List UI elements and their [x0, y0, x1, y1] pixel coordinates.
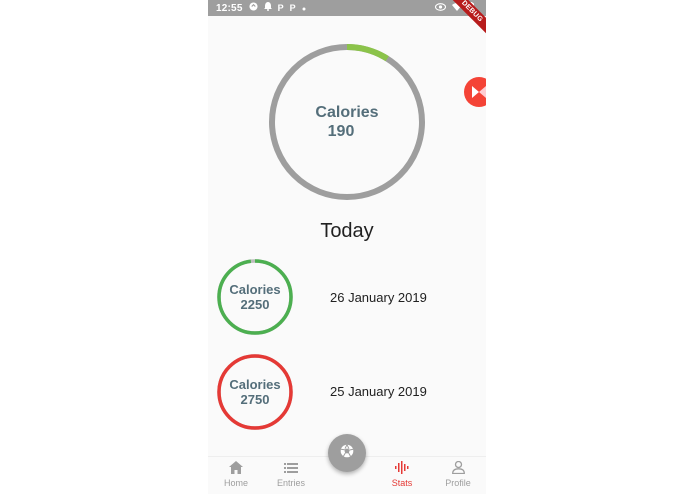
- ring-value: 190: [327, 123, 355, 140]
- home-icon: [229, 461, 243, 476]
- nav-label: Profile: [445, 478, 471, 488]
- notification-icon: [263, 2, 272, 14]
- nav-item-profile[interactable]: Profile: [433, 460, 483, 488]
- section-title: Today: [320, 220, 374, 242]
- stats-icon: [395, 461, 409, 476]
- p-icon: P: [277, 3, 284, 13]
- dot-icon: [302, 3, 306, 14]
- nav-item-stats[interactable]: Stats: [377, 461, 427, 488]
- calorie-summary-ring: Calories 190: [268, 43, 426, 201]
- entry-date: 25 January 2019: [330, 384, 427, 399]
- ring-label: Calories: [315, 104, 379, 121]
- eye-icon: [434, 3, 447, 13]
- nav-label: Stats: [391, 478, 413, 488]
- app-screen: 12:55 P P DEBUG Calories 190 Today Calor…: [208, 0, 486, 494]
- list-icon: [284, 461, 298, 476]
- entry-value: 2750: [240, 392, 270, 407]
- p-icon: P: [289, 3, 296, 13]
- camera-shutter-icon: [340, 443, 354, 463]
- bubble-logo-icon[interactable]: [464, 77, 486, 107]
- entry-ring[interactable]: Calories 2750: [216, 353, 294, 431]
- nav-item-home[interactable]: Home: [211, 461, 261, 488]
- nav-label: Entries: [276, 478, 305, 488]
- entry-label: Calories: [229, 282, 281, 297]
- nav-label: Home: [223, 478, 248, 488]
- nav-item-entries[interactable]: Entries: [266, 461, 316, 488]
- status-time: 12:55: [216, 2, 243, 14]
- entry-label: Calories: [229, 377, 281, 392]
- status-bar: 12:55 P P DEBUG: [208, 0, 486, 39]
- entry-date: 26 January 2019: [330, 290, 427, 305]
- entry-ring[interactable]: Calories 2250: [216, 258, 294, 336]
- entry-value: 2250: [240, 297, 270, 312]
- capture-button[interactable]: [328, 434, 366, 472]
- profile-icon: [451, 460, 465, 476]
- sync-icon: [249, 2, 258, 14]
